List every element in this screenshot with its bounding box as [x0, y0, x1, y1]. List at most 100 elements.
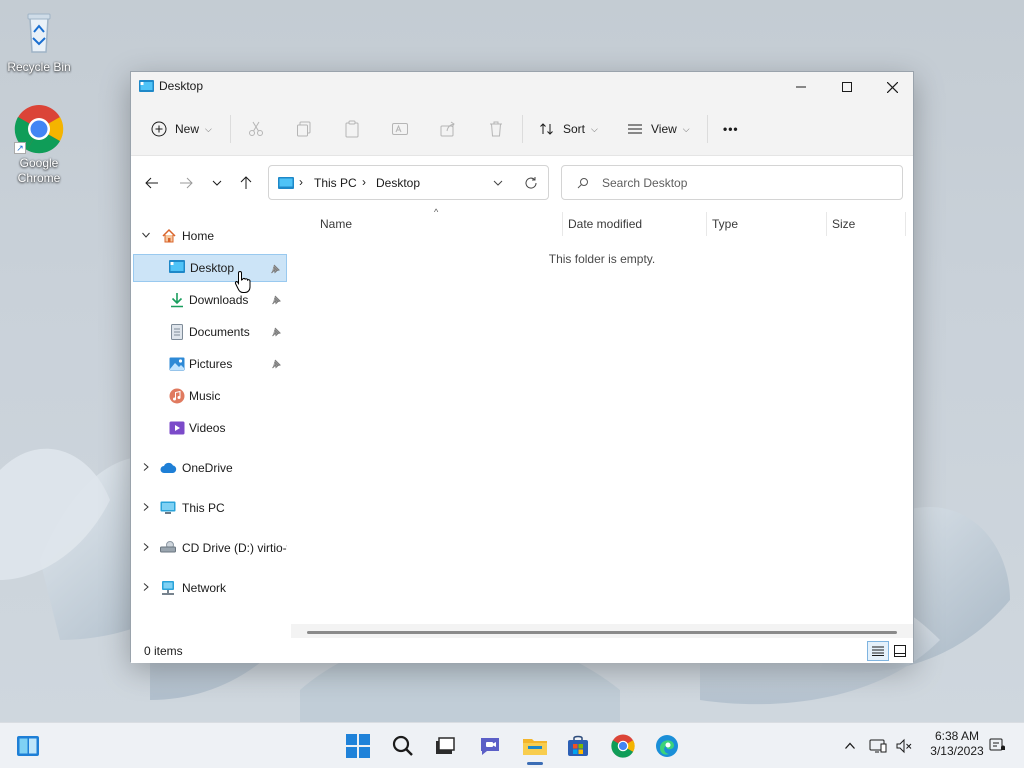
copy-icon[interactable] [295, 120, 313, 138]
column-header-name[interactable]: Name [320, 217, 352, 231]
desktop-icon-recycle-bin[interactable]: Recycle Bin [4, 8, 74, 75]
network-status-button[interactable] [864, 731, 892, 761]
view-button[interactable]: View ⌵ [627, 114, 690, 144]
forward-button[interactable] [175, 172, 197, 194]
file-explorer-taskbar-button[interactable] [520, 731, 550, 765]
column-divider[interactable] [826, 212, 827, 236]
chat-button[interactable] [475, 731, 505, 761]
column-divider[interactable] [562, 212, 563, 236]
onedrive-cloud-icon [160, 461, 177, 477]
maximize-button[interactable] [824, 72, 870, 102]
search-icon [577, 177, 589, 192]
tree-item-label: Videos [189, 421, 226, 435]
tree-item-label: This PC [182, 501, 225, 515]
empty-folder-message: This folder is empty. [548, 252, 656, 266]
refresh-icon[interactable] [524, 176, 538, 193]
task-view-button[interactable] [430, 731, 460, 761]
column-header-date-modified[interactable]: Date modified [568, 217, 642, 231]
sort-button[interactable]: Sort ⌵ [539, 114, 598, 144]
breadcrumb-this-pc[interactable]: This PC [314, 176, 357, 190]
active-indicator [527, 762, 543, 765]
tree-item-label: Network [182, 581, 227, 595]
chevron-right-icon [141, 462, 151, 475]
view-list-icon [628, 124, 642, 134]
pin-icon [270, 263, 280, 274]
search-box[interactable]: Search Desktop [561, 165, 903, 200]
search-button[interactable] [388, 731, 418, 761]
taskbar: 6:38 AM 3/13/2023 [0, 722, 1024, 768]
cut-icon[interactable] [247, 120, 265, 138]
chrome-taskbar-button[interactable] [608, 731, 638, 761]
videos-icon [169, 420, 185, 436]
column-divider[interactable] [905, 212, 906, 236]
chevron-down-icon[interactable] [492, 177, 504, 192]
details-view-button[interactable] [867, 641, 889, 661]
title-bar[interactable]: Desktop [131, 72, 913, 102]
chrome-icon [611, 734, 635, 758]
large-icons-view-button[interactable] [889, 641, 911, 661]
share-icon[interactable] [439, 120, 457, 138]
minimize-button[interactable] [778, 72, 824, 102]
column-header-size[interactable]: Size [832, 217, 855, 231]
new-button-label: New [175, 122, 200, 136]
breadcrumb-desktop[interactable]: Desktop [376, 176, 420, 190]
edge-taskbar-button[interactable] [652, 731, 682, 761]
start-button[interactable] [343, 731, 373, 761]
close-button[interactable] [869, 72, 915, 102]
breadcrumb-separator-icon: › [299, 175, 303, 189]
tree-item-onedrive[interactable]: OneDrive [139, 454, 287, 482]
tree-item-music[interactable]: Music [133, 382, 287, 410]
tree-item-downloads[interactable]: Downloads [133, 286, 287, 314]
show-hidden-icons-button[interactable] [836, 731, 864, 761]
horizontal-scrollbar-thumb[interactable] [307, 631, 897, 634]
cd-drive-icon [160, 541, 176, 557]
widgets-button[interactable] [13, 731, 43, 761]
new-button[interactable]: New ⌵ [151, 114, 212, 144]
pin-icon [271, 326, 281, 337]
status-bar: 0 items [131, 639, 913, 663]
breadcrumb-separator-icon: › [362, 175, 366, 189]
tree-item-documents[interactable]: Documents [133, 318, 287, 346]
more-options-button[interactable]: ••• [723, 114, 739, 144]
tree-item-label: Pictures [189, 357, 233, 371]
download-arrow-icon [169, 292, 185, 308]
home-icon [161, 228, 177, 244]
clock[interactable]: 6:38 AM 3/13/2023 [922, 729, 992, 759]
column-header-type[interactable]: Type [712, 217, 738, 231]
rename-icon[interactable] [391, 120, 409, 138]
tree-item-cd-drive[interactable]: CD Drive (D:) virtio-win-0.1.2 [139, 534, 287, 562]
sort-ascending-icon: ^ [434, 207, 439, 217]
up-button[interactable] [235, 172, 257, 194]
separator [230, 115, 231, 143]
this-pc-icon [278, 177, 294, 192]
notifications-button[interactable] [984, 731, 1010, 761]
back-button[interactable] [141, 172, 163, 194]
tree-item-home[interactable]: Home [139, 222, 287, 250]
store-button[interactable] [563, 731, 593, 761]
file-list[interactable]: ^ Name Date modified Type Size This fold… [291, 207, 913, 638]
separator [707, 115, 708, 143]
pin-icon [271, 358, 281, 369]
item-count: 0 items [144, 644, 183, 658]
tree-item-this-pc[interactable]: This PC [139, 494, 287, 522]
desktop-icon-google-chrome[interactable]: ↗ Google Chrome [4, 104, 74, 186]
file-explorer-icon [523, 739, 547, 755]
recent-locations-button[interactable] [206, 172, 228, 194]
chevron-right-icon [141, 582, 151, 595]
delete-icon[interactable] [487, 120, 505, 138]
paste-icon[interactable] [343, 120, 361, 138]
tree-item-desktop[interactable]: Desktop [133, 254, 287, 282]
tree-item-pictures[interactable]: Pictures [133, 350, 287, 378]
tree-item-videos[interactable]: Videos [133, 414, 287, 442]
start-icon [346, 734, 370, 758]
hand-cursor-icon [234, 270, 252, 297]
pictures-icon [169, 356, 185, 372]
volume-button[interactable] [890, 731, 918, 761]
tree-item-network[interactable]: Network [139, 574, 287, 602]
tree-item-label: Music [189, 389, 221, 403]
address-bar[interactable]: › This PC › Desktop [268, 165, 549, 200]
column-divider[interactable] [706, 212, 707, 236]
desktop-folder-icon [169, 260, 185, 276]
plus-circle-icon [151, 121, 167, 137]
store-icon [568, 735, 588, 756]
